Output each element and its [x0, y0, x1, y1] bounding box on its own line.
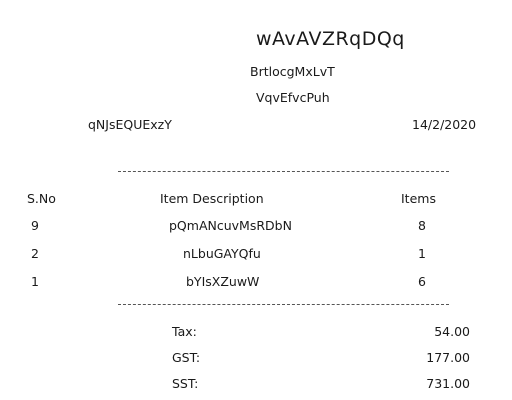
store-name: wAvAVZRqDQq	[256, 28, 405, 50]
row-2-sno: 2	[31, 246, 39, 261]
receipt-date: 14/2/2020	[412, 117, 477, 132]
row-3-description: bYIsXZuwW	[186, 274, 260, 289]
gst-value: 177.00	[426, 350, 470, 365]
column-header-items: Items	[401, 191, 436, 206]
tax-value: 54.00	[434, 324, 470, 339]
row-2-description: nLbuGAYQfu	[183, 246, 261, 261]
row-3-sno: 1	[31, 274, 39, 289]
sst-value: 731.00	[426, 376, 470, 391]
divider-bottom	[118, 304, 449, 305]
row-1-sno: 9	[31, 218, 39, 233]
row-3-items: 6	[418, 274, 426, 289]
row-1-items: 8	[418, 218, 426, 233]
divider-top	[118, 171, 449, 172]
cashier-name: qNJsEQUExzY	[88, 117, 172, 132]
column-header-sno: S.No	[27, 191, 56, 206]
receipt: wAvAVZRqDQq BrtlocgMxLvT VqvEfvcPuh qNJs…	[0, 0, 512, 400]
row-2-items: 1	[418, 246, 426, 261]
column-header-description: Item Description	[160, 191, 264, 206]
row-1-description: pQmANcuvMsRDbN	[169, 218, 292, 233]
header-line-2: VqvEfvcPuh	[256, 90, 330, 105]
header-line-1: BrtlocgMxLvT	[250, 64, 335, 79]
